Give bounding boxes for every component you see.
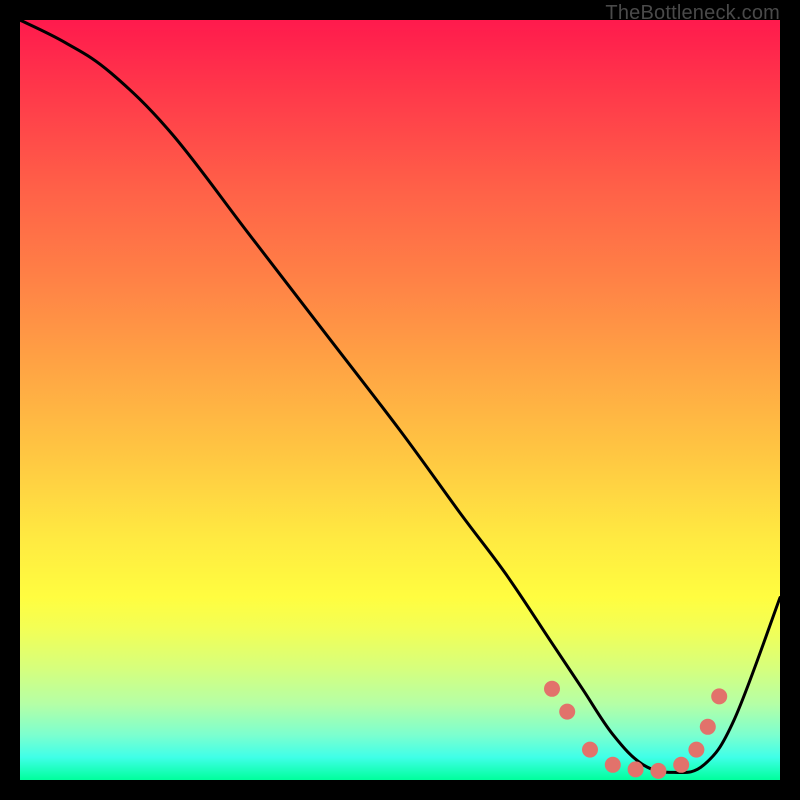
optimum-dot <box>711 688 727 704</box>
optimum-dots <box>544 681 727 779</box>
bottleneck-curve <box>20 20 780 773</box>
optimum-dot <box>628 761 644 777</box>
optimum-dot <box>544 681 560 697</box>
plot-area <box>20 20 780 780</box>
curve-layer <box>20 20 780 780</box>
optimum-dot <box>688 742 704 758</box>
optimum-dot <box>605 757 621 773</box>
optimum-dot <box>582 742 598 758</box>
optimum-dot <box>673 757 689 773</box>
optimum-dot <box>650 763 666 779</box>
chart-frame: TheBottleneck.com <box>0 0 800 800</box>
optimum-dot <box>559 704 575 720</box>
optimum-dot <box>700 719 716 735</box>
